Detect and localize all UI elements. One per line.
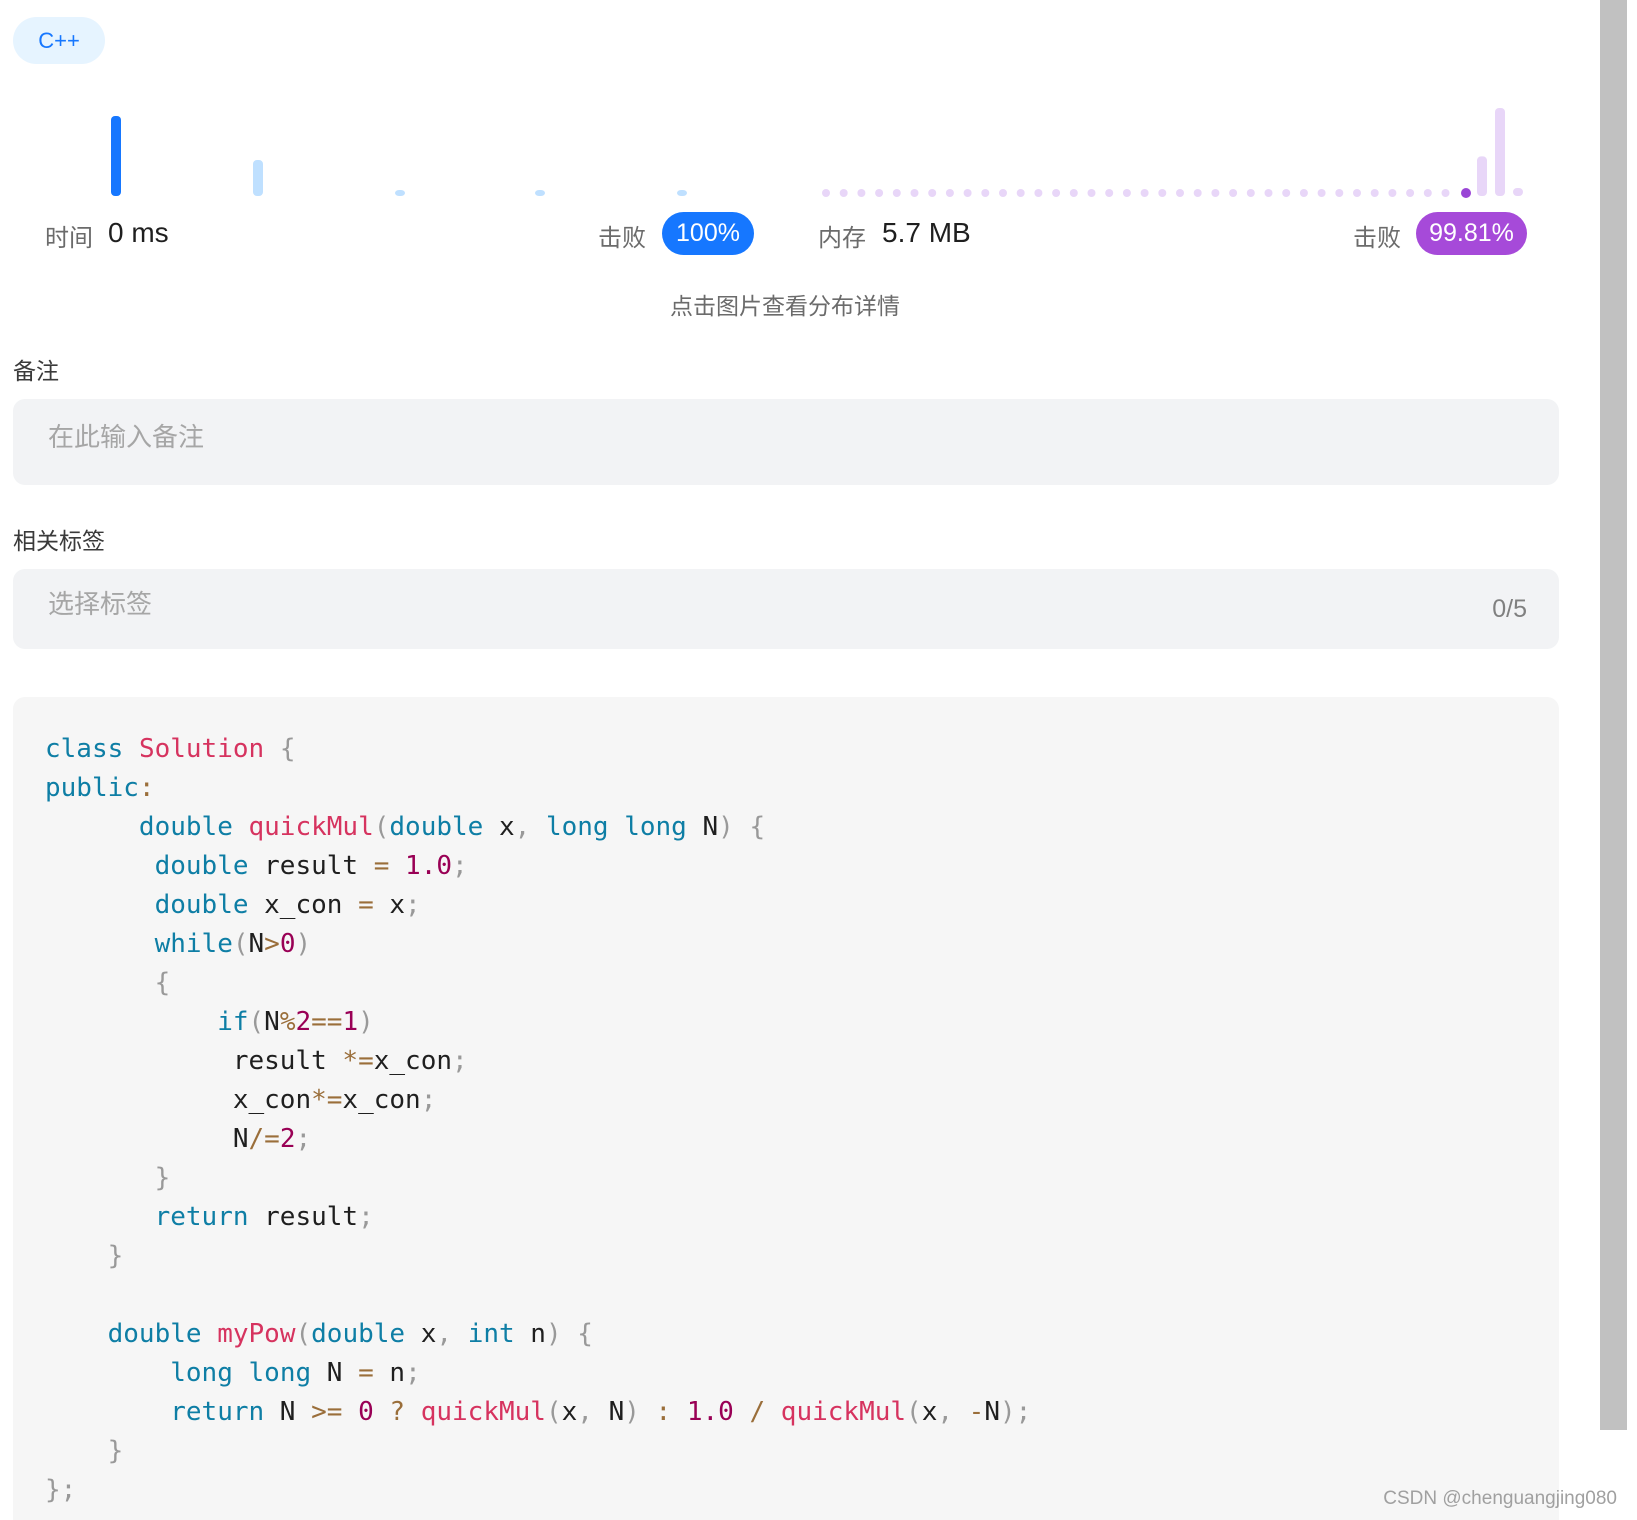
memory-bar bbox=[1335, 189, 1344, 197]
memory-label: 内存 bbox=[818, 225, 866, 252]
distribution-chart[interactable] bbox=[0, 100, 1530, 200]
time-bar bbox=[111, 116, 121, 196]
memory-bar bbox=[892, 189, 901, 197]
memory-bar bbox=[1193, 189, 1202, 197]
memory-bar bbox=[910, 189, 919, 197]
memory-bar bbox=[1282, 189, 1291, 197]
time-bar bbox=[535, 190, 545, 196]
memory-bar bbox=[928, 189, 937, 197]
code-content: class Solution { public: double quickMul… bbox=[45, 734, 1032, 1505]
memory-distribution-bars bbox=[822, 108, 1523, 198]
tags-label: 相关标签 bbox=[13, 528, 105, 554]
memory-beat-badge: 99.81% bbox=[1416, 212, 1527, 255]
memory-bar bbox=[1052, 189, 1061, 197]
memory-bar bbox=[1353, 189, 1361, 197]
memory-bar bbox=[1423, 189, 1432, 197]
memory-bar bbox=[1069, 189, 1078, 197]
memory-bar bbox=[1441, 189, 1450, 197]
time-beat-badge: 100% bbox=[662, 212, 754, 255]
memory-bar bbox=[981, 189, 990, 197]
memory-bar-highlight bbox=[1461, 188, 1471, 198]
memory-bar bbox=[1158, 189, 1167, 197]
memory-bar bbox=[1229, 189, 1238, 197]
memory-beat-label: 击败 bbox=[1353, 225, 1401, 252]
memory-bar bbox=[1513, 188, 1523, 196]
memory-bar bbox=[999, 189, 1007, 197]
memory-bar bbox=[1299, 189, 1308, 197]
memory-bar bbox=[1246, 189, 1255, 197]
memory-bar bbox=[1317, 189, 1326, 197]
memory-bar bbox=[1495, 108, 1505, 196]
language-tag[interactable]: C++ bbox=[13, 17, 105, 64]
memory-bar bbox=[1034, 189, 1043, 197]
memory-value: 5.7 MB bbox=[882, 217, 971, 248]
memory-bar bbox=[1477, 156, 1487, 196]
tags-input[interactable] bbox=[46, 588, 1350, 621]
notes-field[interactable] bbox=[13, 399, 1559, 485]
time-beat-label: 击败 bbox=[598, 225, 646, 252]
memory-bar bbox=[1140, 189, 1149, 197]
memory-bar bbox=[945, 189, 954, 197]
vertical-scrollbar[interactable] bbox=[1600, 0, 1627, 1430]
code-block: class Solution { public: double quickMul… bbox=[13, 697, 1559, 1520]
distribution-hint[interactable]: 点击图片查看分布详情 bbox=[0, 287, 1570, 321]
time-label: 时间 bbox=[45, 225, 93, 252]
memory-bar bbox=[1105, 189, 1114, 197]
memory-bar bbox=[822, 189, 830, 197]
time-value: 0 ms bbox=[108, 217, 169, 248]
memory-bar bbox=[1370, 189, 1379, 197]
memory-bar bbox=[875, 189, 884, 197]
time-bar bbox=[395, 190, 405, 196]
notes-input[interactable] bbox=[46, 421, 1350, 454]
memory-bar bbox=[1264, 189, 1273, 197]
memory-bar bbox=[1388, 189, 1397, 197]
time-distribution-bars bbox=[111, 116, 687, 196]
notes-label: 备注 bbox=[13, 358, 59, 384]
memory-bar bbox=[857, 189, 866, 197]
watermark: CSDN @chenguangjing080 bbox=[1383, 1488, 1617, 1509]
memory-bar bbox=[1087, 189, 1096, 197]
memory-bar bbox=[1176, 189, 1184, 197]
time-bar bbox=[677, 190, 687, 196]
tags-select[interactable]: 0/5 bbox=[13, 569, 1559, 649]
time-bar bbox=[253, 160, 263, 196]
memory-bar bbox=[1122, 189, 1131, 197]
memory-bar bbox=[1211, 189, 1220, 197]
memory-bar bbox=[1406, 189, 1415, 197]
memory-bar bbox=[963, 189, 972, 197]
memory-bar bbox=[839, 189, 848, 197]
memory-bar bbox=[1016, 189, 1025, 197]
tags-counter: 0/5 bbox=[1492, 595, 1527, 623]
